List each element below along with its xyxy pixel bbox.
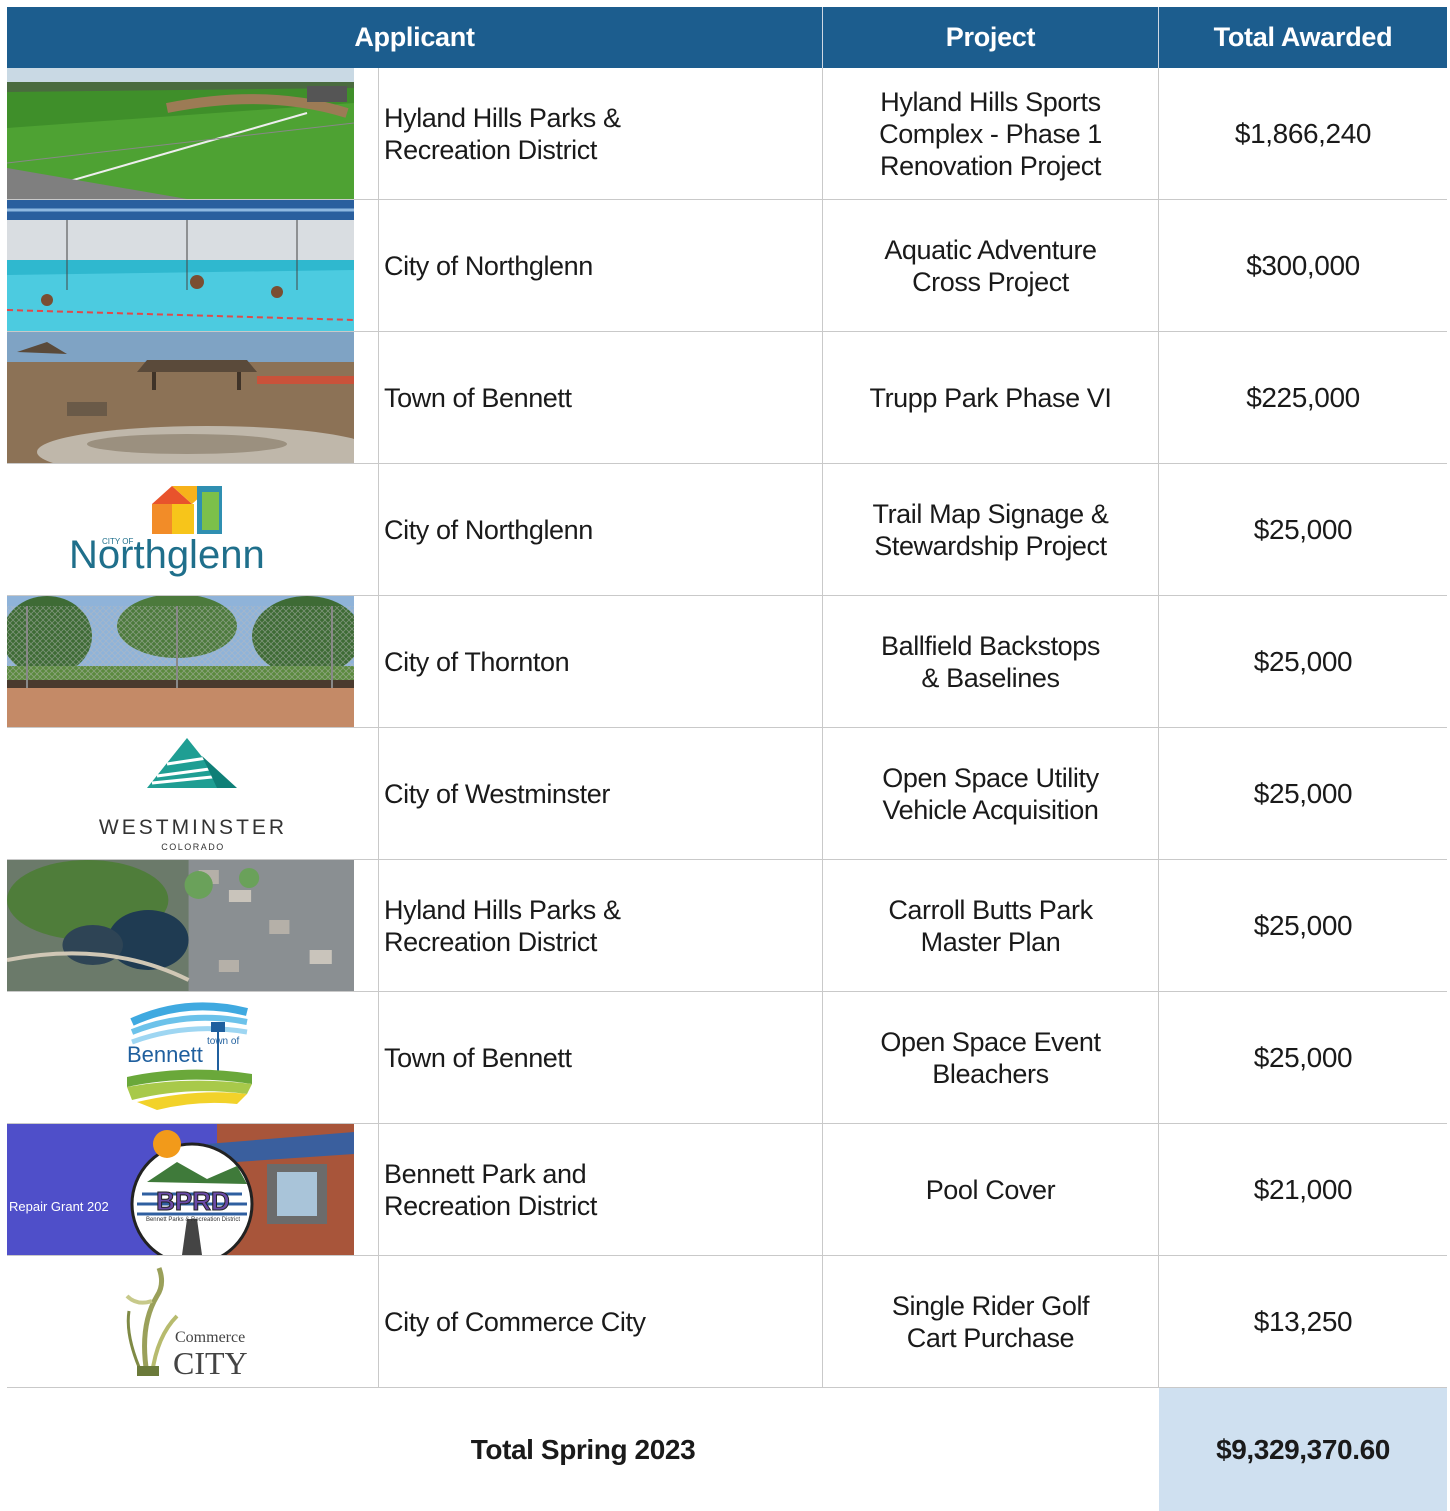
table-row: City of Thornton Ballfield Backstops & B… <box>7 596 1447 728</box>
project-name: Single Rider Golf Cart Purchase <box>823 1256 1159 1387</box>
applicant-name: City of Westminster <box>379 728 823 859</box>
table-row: CITY OF Northglenn City of Northglenn Tr… <box>7 464 1447 596</box>
aerial-park-plan <box>7 860 354 991</box>
svg-text:Repair Grant 202: Repair Grant 202 <box>9 1199 109 1214</box>
sports-field-photo <box>7 68 354 199</box>
header-project: Project <box>823 7 1159 68</box>
westminster-logo: WESTMINSTER COLORADO <box>99 738 287 852</box>
applicant-name: Hyland Hills Parks & Recreation District <box>379 68 823 199</box>
applicant-image <box>7 332 379 463</box>
project-name: Carroll Butts Park Master Plan <box>823 860 1159 991</box>
applicant-name: Town of Bennett <box>379 992 823 1123</box>
applicant-image: Commerce CITY <box>7 1256 379 1387</box>
northglenn-logo: CITY OF Northglenn <box>69 486 265 577</box>
applicant-image: CITY OF Northglenn <box>7 464 379 595</box>
table-row: Hyland Hills Parks & Recreation District… <box>7 860 1447 992</box>
applicant-name: Bennett Park and Recreation District <box>379 1124 823 1255</box>
applicant-name: City of Northglenn <box>379 464 823 595</box>
applicant-name: Town of Bennett <box>379 332 823 463</box>
applicant-image <box>7 860 379 991</box>
applicant-image <box>7 200 379 331</box>
total-awarded: $25,000 <box>1253 909 1353 941</box>
header-total-awarded: Total Awarded <box>1213 22 1393 52</box>
project-name: Trail Map Signage & Stewardship Project <box>823 464 1159 595</box>
total-spring-label: Total Spring 2023 <box>470 1434 696 1465</box>
applicant-image: BPRD Bennett Parks & Recreation District… <box>7 1124 379 1255</box>
project-name: Hyland Hills Sports Complex - Phase 1 Re… <box>823 68 1159 199</box>
park-construction-photo <box>7 332 354 463</box>
table-row: City of Northglenn Aquatic Adventure Cro… <box>7 200 1447 332</box>
table-row: town of Bennett Town of Bennett Open Spa… <box>7 992 1447 1124</box>
table-row: Town of Bennett Trupp Park Phase VI $225… <box>7 332 1447 464</box>
ballfield-photo <box>7 596 354 727</box>
svg-text:Northglenn: Northglenn <box>69 533 265 577</box>
table-row: WESTMINSTER COLORADO City of Westminster… <box>7 728 1447 860</box>
svg-text:town of: town of <box>207 1036 239 1047</box>
applicant-name: City of Northglenn <box>379 200 823 331</box>
svg-text:Commerce: Commerce <box>175 1329 245 1346</box>
svg-text:Bennett Parks & Recreation Dis: Bennett Parks & Recreation District <box>146 1217 240 1223</box>
aquatic-pool-photo <box>7 200 354 331</box>
total-awarded: $25,000 <box>1253 645 1353 677</box>
project-name: Aquatic Adventure Cross Project <box>823 200 1159 331</box>
bennett-logo: town of Bennett <box>127 1002 252 1110</box>
project-name: Pool Cover <box>823 1124 1159 1255</box>
bprd-logo-composite: BPRD Bennett Parks & Recreation District… <box>7 1124 354 1255</box>
total-awarded: $300,000 <box>1246 249 1360 281</box>
total-awarded: $21,000 <box>1253 1173 1353 1205</box>
table-row: Commerce CITY City of Commerce City Sing… <box>7 1256 1447 1388</box>
commerce-city-logo: Commerce CITY <box>125 1267 248 1381</box>
applicant-image <box>7 68 379 199</box>
project-name: Open Space Utility Vehicle Acquisition <box>823 728 1159 859</box>
table-row: BPRD Bennett Parks & Recreation District… <box>7 1124 1447 1256</box>
svg-text:Bennett: Bennett <box>127 1042 203 1067</box>
project-name: Trupp Park Phase VI <box>823 332 1159 463</box>
svg-text:BPRD: BPRD <box>156 1186 230 1216</box>
grand-total: $9,329,370.60 <box>1159 1388 1447 1511</box>
applicant-name: City of Thornton <box>379 596 823 727</box>
table-header: Applicant Project Total Awarded <box>7 7 1447 68</box>
applicant-image: town of Bennett <box>7 992 379 1123</box>
total-awarded: $25,000 <box>1253 1041 1353 1073</box>
header-applicant: Applicant <box>7 7 823 68</box>
grant-awards-table: Applicant Project Total Awarded Hyland H… <box>7 7 1447 1511</box>
svg-text:WESTMINSTER: WESTMINSTER <box>99 816 287 839</box>
table-row: Hyland Hills Parks & Recreation District… <box>7 68 1447 200</box>
total-awarded: $1,866,240 <box>1234 117 1372 149</box>
applicant-name: Hyland Hills Parks & Recreation District <box>379 860 823 991</box>
project-name: Ballfield Backstops & Baselines <box>823 596 1159 727</box>
project-name: Open Space Event Bleachers <box>823 992 1159 1123</box>
total-awarded: $25,000 <box>1253 513 1353 545</box>
svg-text:CITY: CITY <box>173 1345 248 1381</box>
applicant-image: WESTMINSTER COLORADO <box>7 728 379 859</box>
total-awarded: $13,250 <box>1253 1305 1353 1337</box>
total-awarded: $225,000 <box>1246 381 1360 413</box>
applicant-image <box>7 596 379 727</box>
total-awarded: $25,000 <box>1253 777 1353 809</box>
applicant-name: City of Commerce City <box>379 1256 823 1387</box>
svg-text:COLORADO: COLORADO <box>161 842 225 852</box>
table-footer: Total Spring 2023 $9,329,370.60 <box>7 1388 1447 1511</box>
